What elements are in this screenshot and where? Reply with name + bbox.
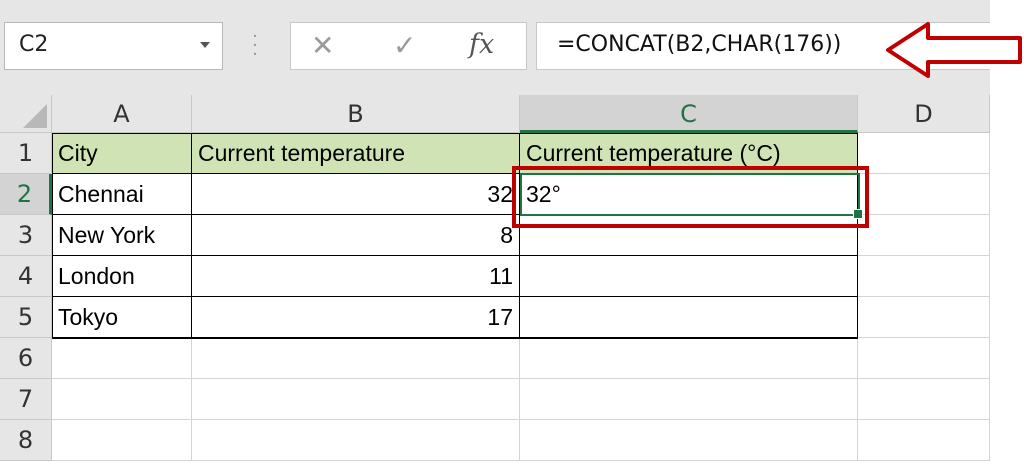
cell-c4[interactable]	[520, 256, 858, 297]
spreadsheet-grid: A B C D 1 2 3 4 5 6 7 8 City Current tem…	[0, 95, 990, 470]
insert-function-icon[interactable]: fx	[469, 30, 494, 60]
formula-buttons: ✕ ✓ fx	[290, 22, 527, 70]
cell-d2[interactable]	[858, 174, 990, 215]
cell-a8[interactable]	[52, 420, 192, 461]
cell-b5[interactable]: 17	[192, 297, 520, 338]
cell-d6[interactable]	[858, 338, 990, 379]
row-header-2[interactable]: 2	[0, 174, 52, 215]
row-header-6[interactable]: 6	[0, 338, 52, 379]
row-header-8[interactable]: 8	[0, 420, 52, 461]
fill-handle[interactable]	[853, 209, 863, 219]
row-header-3[interactable]: 3	[0, 215, 52, 256]
select-all-corner[interactable]	[0, 95, 52, 133]
cell-c8[interactable]	[520, 420, 858, 461]
column-header-b[interactable]: B	[192, 95, 520, 133]
cell-b4[interactable]: 11	[192, 256, 520, 297]
column-header-d[interactable]: D	[858, 95, 990, 133]
cancel-icon[interactable]: ✕	[311, 31, 334, 61]
chevron-down-icon[interactable]	[200, 42, 210, 48]
enter-check-icon[interactable]: ✓	[393, 31, 416, 61]
cell-a5[interactable]: Tokyo	[52, 297, 192, 338]
cell-b7[interactable]	[192, 379, 520, 420]
cell-b6[interactable]	[192, 338, 520, 379]
cell-d1[interactable]	[858, 133, 990, 174]
cell-d5[interactable]	[858, 297, 990, 338]
cell-d8[interactable]	[858, 420, 990, 461]
cell-a1[interactable]: City	[52, 133, 192, 174]
cell-c2[interactable]: 32°	[520, 174, 858, 215]
row-header-5[interactable]: 5	[0, 297, 52, 338]
cell-a2[interactable]: Chennai	[52, 174, 192, 215]
cell-a3[interactable]: New York	[52, 215, 192, 256]
column-header-a[interactable]: A	[52, 95, 192, 133]
cell-a6[interactable]	[52, 338, 192, 379]
cell-d7[interactable]	[858, 379, 990, 420]
name-box[interactable]: C2	[4, 22, 223, 70]
name-box-value: C2	[19, 32, 49, 57]
grip-dots-icon: · · ·	[252, 26, 258, 65]
cell-c3[interactable]	[520, 215, 858, 256]
row-header-4[interactable]: 4	[0, 256, 52, 297]
cell-c6[interactable]	[520, 338, 858, 379]
annotation-arrow-icon	[886, 22, 1022, 78]
cell-c5[interactable]	[520, 297, 858, 338]
select-all-triangle-icon	[23, 104, 47, 128]
cell-d4[interactable]	[858, 256, 990, 297]
row-header-1[interactable]: 1	[0, 133, 52, 174]
cell-b2[interactable]: 32	[192, 174, 520, 215]
cell-b3[interactable]: 8	[192, 215, 520, 256]
row-header-7[interactable]: 7	[0, 379, 52, 420]
cell-c1[interactable]: Current temperature (°C)	[520, 133, 858, 174]
cell-b8[interactable]	[192, 420, 520, 461]
cell-b1[interactable]: Current temperature	[192, 133, 520, 174]
formula-text: =CONCAT(B2,CHAR(176))	[557, 32, 842, 57]
cell-a7[interactable]	[52, 379, 192, 420]
cell-a4[interactable]: London	[52, 256, 192, 297]
column-header-c[interactable]: C	[520, 95, 858, 133]
cell-d3[interactable]	[858, 215, 990, 256]
cell-c7[interactable]	[520, 379, 858, 420]
formula-bar-area: C2 · · · ✕ ✓ fx =CONCAT(B2,CHAR(176))	[0, 0, 1022, 95]
